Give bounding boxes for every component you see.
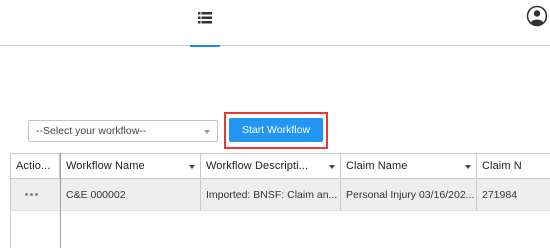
row-actions-cell[interactable] bbox=[11, 179, 60, 210]
sort-down-icon[interactable] bbox=[465, 165, 471, 169]
grid-header-row: Actio... Workflow Name Workflow Descript… bbox=[11, 153, 550, 179]
column-header-label: Actio... bbox=[16, 160, 51, 172]
column-header-workflow-name[interactable]: Workflow Name bbox=[61, 154, 201, 178]
tab-list-view[interactable] bbox=[188, 0, 222, 47]
column-header-actions[interactable]: Actio... bbox=[11, 154, 60, 178]
workflow-select[interactable]: --Select your workflow-- bbox=[28, 120, 218, 142]
sort-down-icon[interactable] bbox=[329, 165, 335, 169]
more-dots-icon[interactable] bbox=[25, 193, 41, 197]
table-row[interactable]: C&E 000002 Imported: BNSF: Claim an... P… bbox=[11, 179, 550, 211]
column-header-label: Claim Name bbox=[346, 160, 408, 172]
column-header-workflow-description[interactable]: Workflow Descripti... bbox=[201, 154, 341, 178]
cell-workflow-name: C&E 000002 bbox=[61, 179, 201, 210]
column-header-claim-name[interactable]: Claim Name bbox=[341, 154, 477, 178]
active-tab-indicator bbox=[190, 45, 220, 47]
cell-claim-name: Personal Injury 03/16/202... bbox=[341, 179, 477, 210]
chevron-down-icon bbox=[204, 130, 210, 134]
cell-text: 271984 bbox=[482, 189, 518, 201]
cell-text: Imported: BNSF: Claim an... bbox=[206, 189, 338, 201]
cell-claim-number: 271984 bbox=[477, 179, 550, 210]
cell-text: Personal Injury 03/16/202... bbox=[346, 189, 475, 201]
start-workflow-button[interactable]: Start Workflow bbox=[229, 118, 323, 142]
list-icon bbox=[198, 12, 212, 24]
pinned-column-divider bbox=[60, 153, 61, 248]
cell-text: C&E 000002 bbox=[66, 189, 126, 201]
sort-down-icon[interactable] bbox=[189, 165, 195, 169]
column-header-label: Claim N bbox=[482, 160, 522, 172]
column-header-label: Workflow Name bbox=[66, 160, 145, 172]
column-header-claim-number[interactable]: Claim N bbox=[477, 154, 550, 178]
user-circle-icon[interactable] bbox=[526, 5, 548, 27]
top-navigation-bar bbox=[0, 0, 550, 47]
workflow-select-value: --Select your workflow-- bbox=[36, 125, 147, 137]
workflow-grid: Actio... Workflow Name Workflow Descript… bbox=[10, 153, 550, 248]
cell-workflow-description: Imported: BNSF: Claim an... bbox=[201, 179, 341, 210]
column-header-label: Workflow Descripti... bbox=[206, 160, 309, 172]
